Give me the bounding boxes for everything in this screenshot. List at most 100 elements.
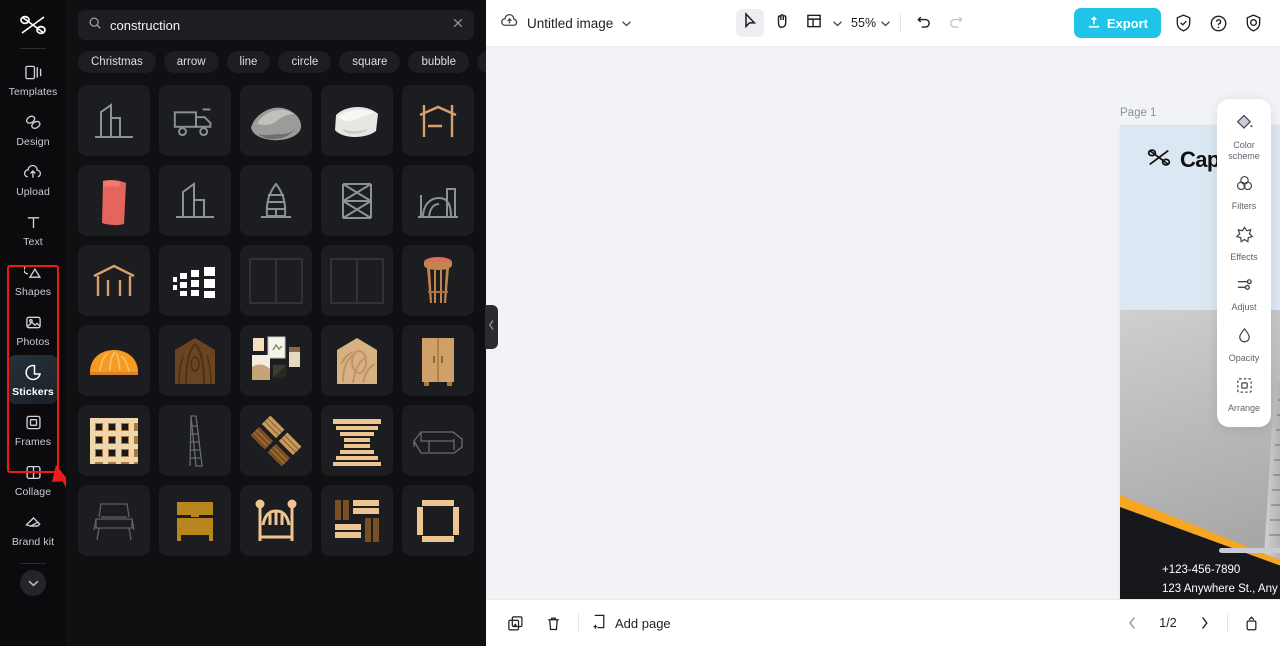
wooden-dresser-sticker[interactable] <box>159 485 231 556</box>
ladder-outline-sticker[interactable] <box>159 405 231 476</box>
dark-wood-grain-sticker[interactable] <box>159 325 231 396</box>
capcut-logo-icon[interactable] <box>13 8 53 42</box>
tag-chip[interactable]: circle <box>278 51 332 73</box>
close-icon[interactable] <box>452 16 464 34</box>
templates-icon <box>22 62 44 83</box>
building-outline-2-sticker[interactable] <box>159 165 231 236</box>
export-label: Export <box>1106 15 1148 31</box>
sidebar-item-stickers[interactable]: Stickers <box>7 355 59 404</box>
search-input[interactable] <box>110 17 444 33</box>
wood-frame-square-sticker[interactable] <box>402 485 474 556</box>
sidebar-item-templates[interactable]: Templates <box>7 55 59 104</box>
help-circle-icon[interactable] <box>1205 10 1231 36</box>
panel-item-opacity[interactable]: Opacity <box>1217 320 1271 371</box>
select-tool-button[interactable] <box>736 9 765 37</box>
right-properties-panel: Color scheme Filters Effects Adjust Opac… <box>1217 99 1271 427</box>
panel-item-effects[interactable]: Effects <box>1217 219 1271 270</box>
zoom-level[interactable]: 55% <box>851 16 876 30</box>
document-title-button[interactable]: Untitled image <box>500 13 632 34</box>
sidebar-collapse-button[interactable] <box>20 570 46 596</box>
settings-icon[interactable] <box>1240 10 1266 36</box>
undo-button[interactable] <box>910 9 938 37</box>
orange-bread-sticker[interactable] <box>78 325 150 396</box>
sidebar-item-shapes[interactable]: Shapes <box>7 255 59 304</box>
shield-check-icon[interactable] <box>1170 10 1196 36</box>
delete-page-button[interactable] <box>540 610 566 636</box>
search-icon <box>88 16 102 35</box>
white-stone-sticker[interactable] <box>321 85 393 156</box>
building-outline-sticker[interactable] <box>78 85 150 156</box>
sidebar-item-design[interactable]: Design <box>7 105 59 154</box>
sidebar-item-label: Upload <box>16 186 50 198</box>
empty-panel-sticker[interactable] <box>240 245 312 316</box>
opacity-icon <box>1235 326 1254 350</box>
tag-chip[interactable]: square <box>339 51 401 73</box>
tower-outline-sticker[interactable] <box>240 165 312 236</box>
add-page-button[interactable]: Add page <box>591 613 671 633</box>
horizontal-scrollbar[interactable] <box>1219 548 1280 553</box>
layout-tool-button[interactable] <box>800 9 828 37</box>
scaffold-lattice-sticker[interactable] <box>321 165 393 236</box>
wood-planks-cross-sticker[interactable] <box>240 405 312 476</box>
poster-contact: +123-456-7890 123 Anywhere St., Any City <box>1162 561 1280 599</box>
sticker-grid <box>66 73 486 568</box>
red-paper-sticker[interactable] <box>78 165 150 236</box>
hand-icon <box>774 12 790 34</box>
chevron-down-icon <box>621 14 632 32</box>
panel-item-arrange[interactable]: Arrange <box>1217 370 1271 421</box>
design-icon <box>22 112 44 133</box>
moodboard-collage-sticker[interactable] <box>240 325 312 396</box>
sidebar-item-text[interactable]: Text <box>7 205 59 254</box>
prev-page-button[interactable] <box>1119 610 1145 636</box>
wood-lattice-grid-sticker[interactable] <box>78 405 150 476</box>
empty-panel-2-sticker[interactable] <box>321 245 393 316</box>
redo-button[interactable] <box>942 9 970 37</box>
panel-collapse-button[interactable] <box>485 305 498 349</box>
wood-slats-fan-sticker[interactable] <box>321 405 393 476</box>
panel-item-color-scheme[interactable]: Color scheme <box>1217 107 1271 168</box>
tag-chip[interactable]: arrow <box>163 51 219 73</box>
sidebar-item-label: Brand kit <box>11 536 55 548</box>
next-page-button[interactable] <box>1191 610 1217 636</box>
wooden-wardrobe-sticker[interactable] <box>402 325 474 396</box>
sidebar-item-photos[interactable]: Photos <box>7 305 59 354</box>
sidebar-item-brand-kit[interactable]: Brand kit <box>7 505 59 554</box>
orange-shed-sticker[interactable] <box>78 245 150 316</box>
white-tiles-perspective-sticker[interactable] <box>159 245 231 316</box>
dome-building-sticker[interactable] <box>402 165 474 236</box>
light-wood-grain-sticker[interactable] <box>321 325 393 396</box>
search-bar[interactable] <box>78 10 474 40</box>
tag-chip[interactable]: line <box>226 51 271 73</box>
sidebar-item-upload[interactable]: Upload <box>7 155 59 204</box>
bottom-divider <box>1227 614 1228 632</box>
duplicate-page-button[interactable] <box>502 610 528 636</box>
sidebar-item-collage[interactable]: Collage <box>7 455 59 504</box>
sidebar-item-frames[interactable]: Frames <box>7 405 59 454</box>
layout-chevron-down-icon[interactable] <box>832 14 843 32</box>
document-title: Untitled image <box>527 15 614 31</box>
truck-outline-sticker[interactable] <box>159 85 231 156</box>
armchair-outline-sticker[interactable] <box>78 485 150 556</box>
left-sidebar: Templates Design Upload Text Shapes Phot… <box>0 0 97 646</box>
tag-chip[interactable]: plants <box>477 51 486 73</box>
tag-chip[interactable]: bubble <box>408 51 469 73</box>
top-toolbar: Untitled image 55% Export <box>486 0 1280 47</box>
parquet-pattern-sticker[interactable] <box>321 485 393 556</box>
sofa-outline-sticker[interactable] <box>402 405 474 476</box>
page-navigation: 1/2 <box>1119 610 1264 636</box>
wooden-bed-sticker[interactable] <box>240 485 312 556</box>
panel-item-adjust[interactable]: Adjust <box>1217 269 1271 320</box>
wooden-stool-sticker[interactable] <box>402 245 474 316</box>
search-container <box>66 0 486 40</box>
canvas-area[interactable]: Page 1 +123-456-7890 123 Anywhere St., A… <box>486 47 1280 599</box>
tag-chip[interactable]: Christmas <box>78 51 156 73</box>
expand-pages-button[interactable] <box>1238 610 1264 636</box>
panel-item-label: Color scheme <box>1228 140 1260 161</box>
hand-tool-button[interactable] <box>768 9 796 37</box>
panel-item-filters[interactable]: Filters <box>1217 168 1271 219</box>
export-button[interactable]: Export <box>1073 8 1161 38</box>
photos-icon <box>22 312 44 333</box>
orange-frame-structure-sticker[interactable] <box>402 85 474 156</box>
zoom-chevron-down-icon[interactable] <box>880 14 891 32</box>
gray-rock-sticker[interactable] <box>240 85 312 156</box>
